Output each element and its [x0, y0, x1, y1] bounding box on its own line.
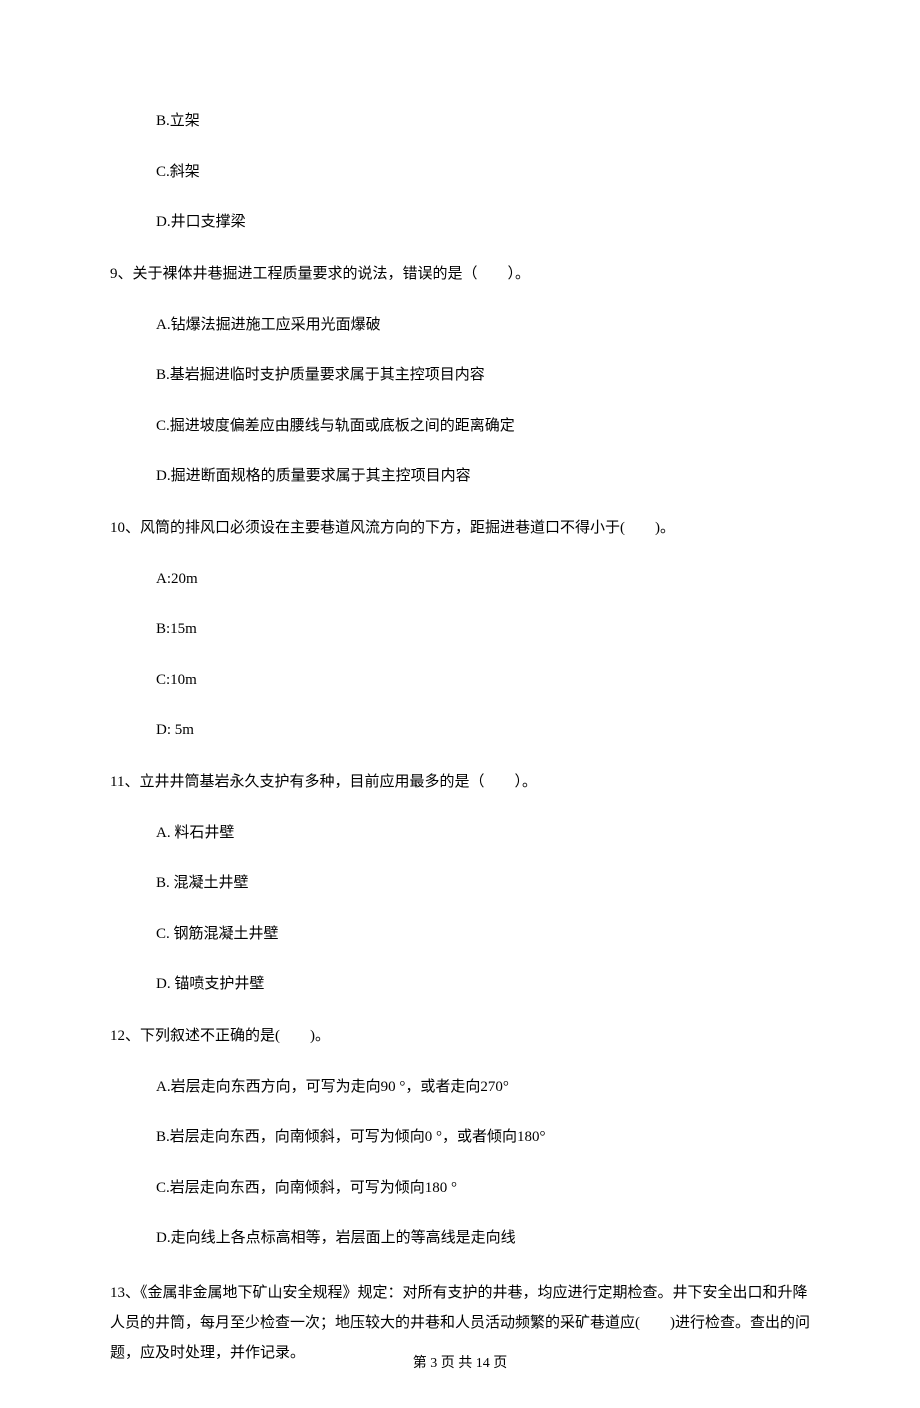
page-footer: 第 3 页 共 14 页	[0, 1352, 920, 1372]
q11-option-d: D. 锚喷支护井壁	[156, 973, 810, 996]
q12-stem: 12、下列叙述不正确的是( )。	[110, 1024, 810, 1048]
q8-option-c: C.斜架	[156, 161, 810, 184]
q11-option-a: A. 料石井壁	[156, 822, 810, 845]
q10-option-c: C:10m	[156, 669, 810, 692]
q10-option-a: A:20m	[156, 568, 810, 591]
q10-stem: 10、风筒的排风口必须设在主要巷道风流方向的下方，距掘进巷道口不得小于( )。	[110, 516, 810, 540]
q8-option-d: D.井口支撑梁	[156, 211, 810, 234]
q11-option-c: C. 钢筋混凝土井壁	[156, 923, 810, 946]
q8-option-b: B.立架	[156, 110, 810, 133]
q12-option-b: B.岩层走向东西，向南倾斜，可写为倾向0 °，或者倾向180°	[156, 1126, 810, 1149]
q12-option-a: A.岩层走向东西方向，可写为走向90 °，或者走向270°	[156, 1076, 810, 1099]
q11-option-b: B. 混凝土井壁	[156, 872, 810, 895]
q11-stem: 11、立井井筒基岩永久支护有多种，目前应用最多的是（ ）。	[110, 770, 810, 794]
q9-stem: 9、关于裸体井巷掘进工程质量要求的说法，错误的是（ ）。	[110, 262, 810, 286]
q10-option-b: B:15m	[156, 618, 810, 641]
q12-option-d: D.走向线上各点标高相等，岩层面上的等高线是走向线	[156, 1227, 810, 1250]
q12-option-c: C.岩层走向东西，向南倾斜，可写为倾向180 °	[156, 1177, 810, 1200]
q10-option-d: D: 5m	[156, 719, 810, 742]
q9-option-c: C.掘进坡度偏差应由腰线与轨面或底板之间的距离确定	[156, 415, 810, 438]
q9-option-a: A.钻爆法掘进施工应采用光面爆破	[156, 314, 810, 337]
q9-option-b: B.基岩掘进临时支护质量要求属于其主控项目内容	[156, 364, 810, 387]
q9-option-d: D.掘进断面规格的质量要求属于其主控项目内容	[156, 465, 810, 488]
